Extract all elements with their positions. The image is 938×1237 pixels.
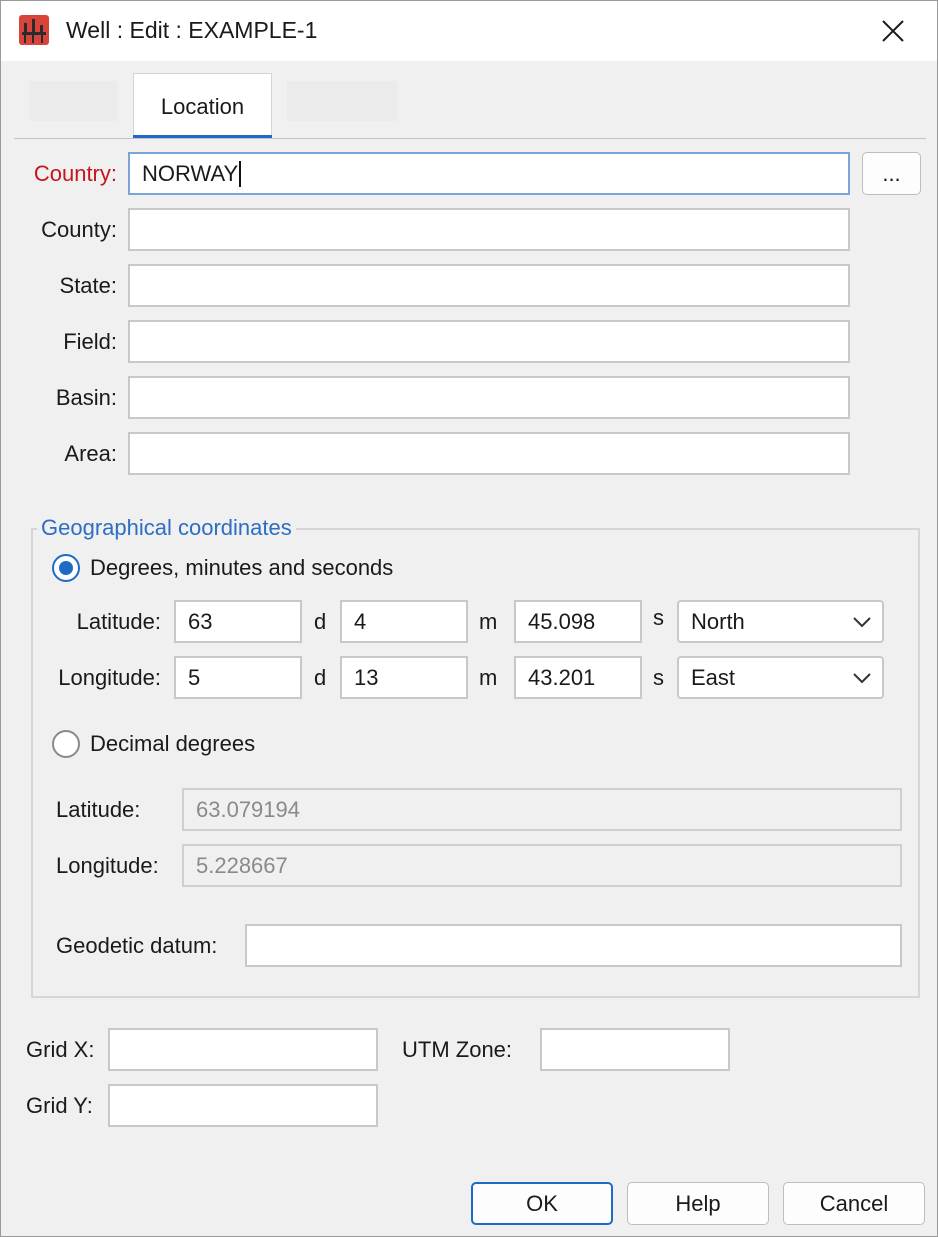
grid-y-input[interactable] bbox=[108, 1084, 378, 1127]
close-button[interactable] bbox=[869, 11, 917, 51]
tab-placeholder-right bbox=[287, 81, 397, 121]
dialog-window: Well : Edit : EXAMPLE-1 Location Country… bbox=[0, 0, 938, 1237]
well-app-icon bbox=[19, 15, 49, 45]
latitude-hemisphere-value: North bbox=[691, 608, 745, 634]
longitude-seconds-input[interactable]: 43.201 bbox=[514, 656, 642, 699]
longitude-seconds-unit: s bbox=[653, 665, 664, 690]
dms-longitude-label: Longitude: bbox=[58, 665, 161, 690]
decimal-latitude-label: Latitude: bbox=[56, 797, 141, 822]
country-label: Country: bbox=[33, 161, 117, 186]
decimal-latitude-input[interactable]: 63.079194 bbox=[182, 788, 902, 831]
country-value: NORWAY bbox=[142, 160, 239, 186]
latitude-seconds-input[interactable]: 45.098 bbox=[514, 600, 642, 643]
state-label: State: bbox=[59, 273, 117, 298]
window-title: Well : Edit : EXAMPLE-1 bbox=[66, 17, 318, 43]
country-input[interactable]: NORWAY bbox=[128, 152, 850, 195]
tab-placeholder-left bbox=[29, 81, 117, 121]
field-input[interactable] bbox=[128, 320, 850, 363]
longitude-hemisphere-select[interactable]: East bbox=[677, 656, 884, 699]
geodetic-datum-label: Geodetic datum: bbox=[56, 933, 218, 958]
grid-y-label: Grid Y: bbox=[26, 1093, 93, 1118]
longitude-hemisphere-value: East bbox=[691, 664, 736, 690]
dms-radio[interactable] bbox=[52, 554, 80, 582]
text-caret bbox=[239, 160, 242, 187]
help-button[interactable]: Help bbox=[627, 1182, 769, 1225]
area-label: Area: bbox=[64, 441, 117, 466]
tab-location-label: Location bbox=[160, 94, 245, 119]
longitude-degrees-input[interactable]: 5 bbox=[174, 656, 302, 699]
basin-label: Basin: bbox=[55, 385, 117, 410]
field-label: Field: bbox=[63, 329, 117, 354]
chevron-down-icon bbox=[853, 673, 871, 684]
grid-x-input[interactable] bbox=[108, 1028, 378, 1071]
basin-input[interactable] bbox=[128, 376, 850, 419]
country-browse-button[interactable]: ... bbox=[862, 152, 921, 195]
title-bar: Well : Edit : EXAMPLE-1 bbox=[1, 1, 937, 61]
latitude-minutes-input[interactable]: 4 bbox=[340, 600, 468, 643]
decimal-longitude-input[interactable]: 5.228667 bbox=[182, 844, 902, 887]
state-input[interactable] bbox=[128, 264, 850, 307]
county-input[interactable] bbox=[128, 208, 850, 251]
dms-latitude-label: Latitude: bbox=[76, 609, 161, 634]
tab-location[interactable]: Location bbox=[133, 73, 272, 139]
latitude-hemisphere-select[interactable]: North bbox=[677, 600, 884, 643]
group-title: Geographical coordinates bbox=[37, 515, 296, 541]
cancel-button[interactable]: Cancel bbox=[783, 1182, 925, 1225]
grid-x-label: Grid X: bbox=[26, 1037, 95, 1062]
latitude-degrees-input[interactable]: 63 bbox=[174, 600, 302, 643]
ok-button[interactable]: OK bbox=[471, 1182, 613, 1225]
decimal-degrees-radio[interactable] bbox=[52, 730, 80, 758]
dms-label[interactable]: Degrees, minutes and seconds bbox=[90, 555, 393, 581]
geodetic-datum-input[interactable] bbox=[245, 924, 902, 967]
area-input[interactable] bbox=[128, 432, 850, 475]
latitude-seconds-unit: s bbox=[653, 605, 664, 630]
close-icon bbox=[882, 20, 904, 42]
decimal-degrees-label[interactable]: Decimal degrees bbox=[90, 731, 255, 757]
latitude-degrees-unit: d bbox=[314, 609, 327, 634]
tab-divider bbox=[14, 138, 926, 139]
longitude-minutes-input[interactable]: 13 bbox=[340, 656, 468, 699]
county-label: County: bbox=[41, 217, 117, 242]
decimal-longitude-label: Longitude: bbox=[56, 853, 159, 878]
chevron-down-icon bbox=[853, 617, 871, 628]
longitude-degrees-unit: d bbox=[314, 665, 327, 690]
longitude-minutes-unit: m bbox=[479, 665, 498, 690]
latitude-minutes-unit: m bbox=[479, 609, 498, 634]
utm-zone-input[interactable] bbox=[540, 1028, 730, 1071]
utm-zone-label: UTM Zone: bbox=[402, 1037, 513, 1062]
